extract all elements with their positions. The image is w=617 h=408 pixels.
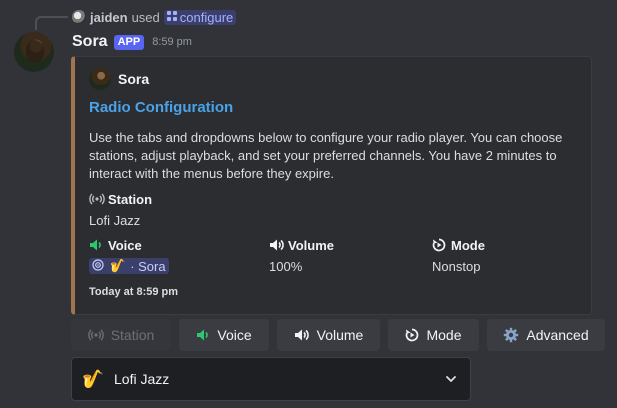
- message-timestamp: 8:59 pm: [152, 36, 192, 48]
- broadcast-icon: [87, 328, 104, 342]
- tab-advanced-label: Advanced: [526, 327, 589, 343]
- interaction-user[interactable]: jaiden: [90, 10, 128, 25]
- bot-avatar[interactable]: [14, 32, 54, 72]
- tab-volume-button[interactable]: Volume: [277, 319, 380, 351]
- field-station-value: Lofi Jazz: [89, 212, 141, 228]
- interaction-used-text: used: [131, 9, 160, 25]
- voice-channel-icon: [92, 259, 106, 273]
- author-name[interactable]: Sora: [72, 33, 108, 51]
- tab-advanced-button[interactable]: Advanced: [487, 319, 605, 351]
- field-voice: Voice 🎷 · Sora: [89, 236, 169, 275]
- field-station-name: Station: [108, 191, 153, 207]
- mode-icon: [432, 238, 446, 252]
- field-mode-value: Nonstop: [432, 258, 481, 274]
- speaker-icon: [294, 328, 310, 342]
- tab-station-button[interactable]: Station: [71, 319, 171, 351]
- field-volume: Volume 100%: [269, 236, 334, 275]
- embed-author-name: Sora: [118, 71, 150, 87]
- field-volume-value: 100%: [269, 258, 303, 274]
- reply-connector: [35, 16, 68, 30]
- tab-mode-button[interactable]: Mode: [388, 319, 479, 351]
- command-icon: [166, 10, 177, 24]
- broadcast-icon: [89, 192, 105, 206]
- tab-button-row: Station Voice Volume Mode Advanced: [71, 319, 605, 351]
- field-mode-name: Mode: [451, 237, 485, 253]
- field-voice-name: Voice: [108, 237, 142, 253]
- tab-mode-label: Mode: [426, 327, 462, 343]
- embed-author-avatar: [89, 68, 111, 90]
- user-avatar-small[interactable]: [72, 10, 86, 24]
- station-select[interactable]: 🎷 Lofi Jazz: [71, 357, 471, 401]
- speaker-green-icon: [89, 238, 103, 252]
- tab-voice-button[interactable]: Voice: [179, 319, 269, 351]
- embed-title: Radio Configuration: [89, 99, 234, 116]
- gear-icon: [503, 327, 519, 343]
- field-volume-name: Volume: [288, 237, 334, 253]
- app-badge: APP: [113, 34, 145, 50]
- embed-footer: Today at 8:59 pm: [89, 286, 179, 298]
- tab-volume-label: Volume: [316, 327, 364, 343]
- field-mode: Mode Nonstop: [432, 236, 485, 275]
- tab-station-label: Station: [110, 327, 155, 343]
- message-header: Sora APP 8:59 pm: [72, 32, 192, 52]
- speaker-icon: [269, 238, 284, 252]
- interaction-header: jaiden used configure: [72, 8, 237, 26]
- embed-card: Sora Radio Configuration Use the tabs an…: [71, 56, 592, 315]
- embed-description: Use the tabs and dropdowns below to conf…: [89, 130, 563, 181]
- chevron-down-icon: [444, 372, 458, 386]
- field-station: Station Lofi Jazz: [89, 190, 152, 229]
- embed-author: Sora: [89, 68, 149, 90]
- saxophone-icon: 🎷: [82, 368, 105, 389]
- slash-command-mention[interactable]: configure: [163, 9, 237, 25]
- command-name: configure: [179, 9, 234, 25]
- voice-channel-mention[interactable]: 🎷 · Sora: [89, 258, 169, 274]
- tab-voice-label: Voice: [217, 327, 252, 343]
- voice-channel-emoji: 🎷: [110, 258, 127, 273]
- station-select-value: Lofi Jazz: [114, 371, 170, 387]
- speaker-green-icon: [196, 328, 210, 342]
- voice-channel-name: · Sora: [130, 258, 166, 274]
- mode-icon: [405, 328, 419, 342]
